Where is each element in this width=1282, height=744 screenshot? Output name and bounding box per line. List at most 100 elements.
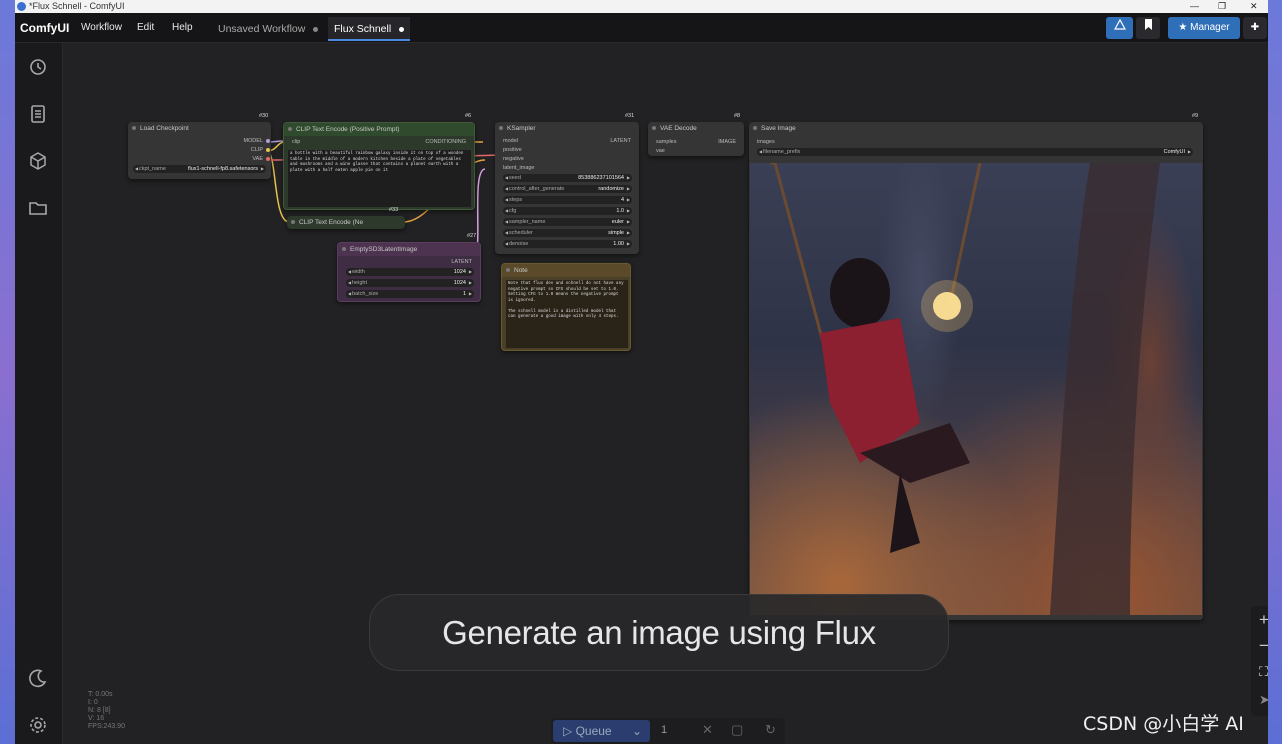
node-title: CLIP Text Encode (Positive Prompt) [284,123,474,136]
app-window: *Flux Schnell - ComfyUI — ❐ ✕ ComfyUI Wo… [15,0,1268,744]
output-conditioning: CONDITIONING [425,139,466,145]
input-model: model [503,138,518,144]
widget-label: scheduler [509,230,533,236]
widget-value: 1.0 [616,208,624,214]
input-vae: vae [656,148,665,154]
canvas-stats: T: 0.00s I: 0 N: 8 [8] V: 16 FPS:243.90 [88,691,125,731]
widget-value: ComfyUI [1163,149,1185,155]
refresh-icon[interactable]: ↻ [765,722,776,738]
stat-fps: FPS:243.90 [88,723,125,730]
scheduler-widget[interactable]: scheduler simple [503,229,632,237]
prompt-textarea[interactable]: a bottle with a beautiful rainbow galaxy… [288,150,471,207]
model-pin[interactable] [266,139,270,143]
node-title: CLIP Text Encode (Ne [287,216,405,229]
stop-square-icon[interactable]: ▢ [731,722,743,738]
node-vae-decode[interactable]: VAE Decode samples vae IMAGE [648,122,744,156]
input-images: images [757,139,775,145]
node-load-checkpoint[interactable]: Load Checkpoint MODEL CLIP VAE ckpt_name… [128,122,271,179]
fit-view-icon[interactable]: ⛶ [1259,664,1268,680]
widget-label: control_after_generate [509,186,565,192]
node-title: VAE Decode [648,122,744,135]
input-samples: samples [656,139,677,145]
queue-button[interactable]: ▷ Queue ⌄ [553,720,650,742]
widget-label: ckpt_name [139,166,166,172]
stat-nodes: N: 8 [8] [88,707,111,714]
node-empty-latent-image[interactable]: EmptySD3LatentImage LATENT width 1024 hei… [337,242,481,302]
steps-widget[interactable]: steps 4 [503,196,632,204]
ckpt-name-widget[interactable]: ckpt_name flux1-schnell-fp8.safetensors [133,165,266,173]
filename-prefix-widget[interactable]: filename_prefix ComfyUI [757,148,1193,156]
output-vae: VAE [252,156,263,162]
generated-image-art [770,163,1160,615]
video-caption: Generate an image using Flux [369,594,949,671]
generated-image-preview [750,163,1202,615]
input-clip: clip [292,139,301,145]
widget-label: steps [509,197,523,203]
queue-bar: ▷ Queue ⌄ 1 ✕ ▢ ↻ [551,718,785,744]
output-image: IMAGE [718,139,736,145]
node-id: #30 [259,113,269,119]
widget-label: filename_prefix [763,149,801,155]
node-id: #31 [625,113,635,119]
node-title: EmptySD3LatentImage [338,243,480,256]
widget-value: simple [608,230,624,236]
node-id: #27 [467,233,477,239]
node-id: #33 [389,207,399,213]
input-latent-image: latent_image [503,165,535,171]
widget-label: height [352,280,367,286]
node-clip-text-negative[interactable]: CLIP Text Encode (Ne [287,216,405,229]
node-id: #9 [1192,113,1199,119]
widget-value: flux1-schnell-fp8.safetensors [187,166,258,172]
queue-label: Queue [575,724,612,738]
play-icon: ▷ [563,724,576,738]
node-clip-text-positive[interactable]: CLIP Text Encode (Positive Prompt) clip … [283,122,475,210]
widget-label: seed [509,175,521,181]
vae-pin[interactable] [266,157,270,161]
denoise-widget[interactable]: denoise 1.00 [503,240,632,248]
node-title: KSampler [495,122,639,135]
node-ksampler[interactable]: KSampler model positive negative latent_… [495,122,639,254]
note-textarea[interactable]: Note that flux dev and schnell do not ha… [506,280,628,348]
width-widget[interactable]: width 1024 [346,268,474,276]
canvas-zoom-tools: + − ⛶ ➤ [1251,606,1268,716]
node-title: Note [502,264,630,277]
node-id: #8 [734,113,741,119]
batch-size-widget[interactable]: batch_size 1 [346,290,474,298]
sampler-name-widget[interactable]: sampler_name euler [503,218,632,226]
widget-value: 1024 [453,269,466,275]
batch-count-input[interactable]: 1 [661,724,667,736]
control-after-generate-widget[interactable]: control_after_generate randomize [503,185,632,193]
stat-v: V: 16 [88,715,105,722]
node-title: Save Image [749,122,1203,135]
zoom-in-icon[interactable]: + [1259,610,1268,630]
select-pointer-icon[interactable]: ➤ [1259,692,1268,708]
widget-value: randomize [598,186,624,192]
widget-value: 4 [620,197,624,203]
widget-value: 1 [462,291,466,297]
seed-widget[interactable]: seed 853886237101564 [503,174,632,182]
cfg-widget[interactable]: cfg 1.0 [503,207,632,215]
zoom-out-icon[interactable]: − [1259,636,1268,656]
output-model: MODEL [243,138,263,144]
watermark: CSDN @小白学 AI [1083,713,1244,735]
input-positive: positive [503,147,522,153]
chevron-down-icon: ⌄ [631,724,642,738]
cancel-x-icon[interactable]: ✕ [702,722,713,738]
clip-pin[interactable] [266,148,270,152]
input-negative: negative [503,156,524,162]
stat-i: I: 0 [88,699,98,706]
node-title: Load Checkpoint [128,122,271,135]
node-id: #6 [465,113,472,119]
widget-label: sampler_name [509,219,546,225]
output-clip: CLIP [250,147,263,153]
widget-value: 1.00 [613,241,624,247]
desktop-frame: *Flux Schnell - ComfyUI — ❐ ✕ ComfyUI Wo… [0,0,1282,744]
widget-value: euler [611,219,624,225]
stat-time: T: 0.00s [88,691,113,698]
widget-label: width [352,269,365,275]
widget-value: 1024 [453,280,466,286]
widget-label: cfg [509,208,517,214]
node-note[interactable]: Note Note that flux dev and schnell do n… [501,263,631,351]
output-latent: LATENT [451,259,472,265]
height-widget[interactable]: height 1024 [346,279,474,287]
